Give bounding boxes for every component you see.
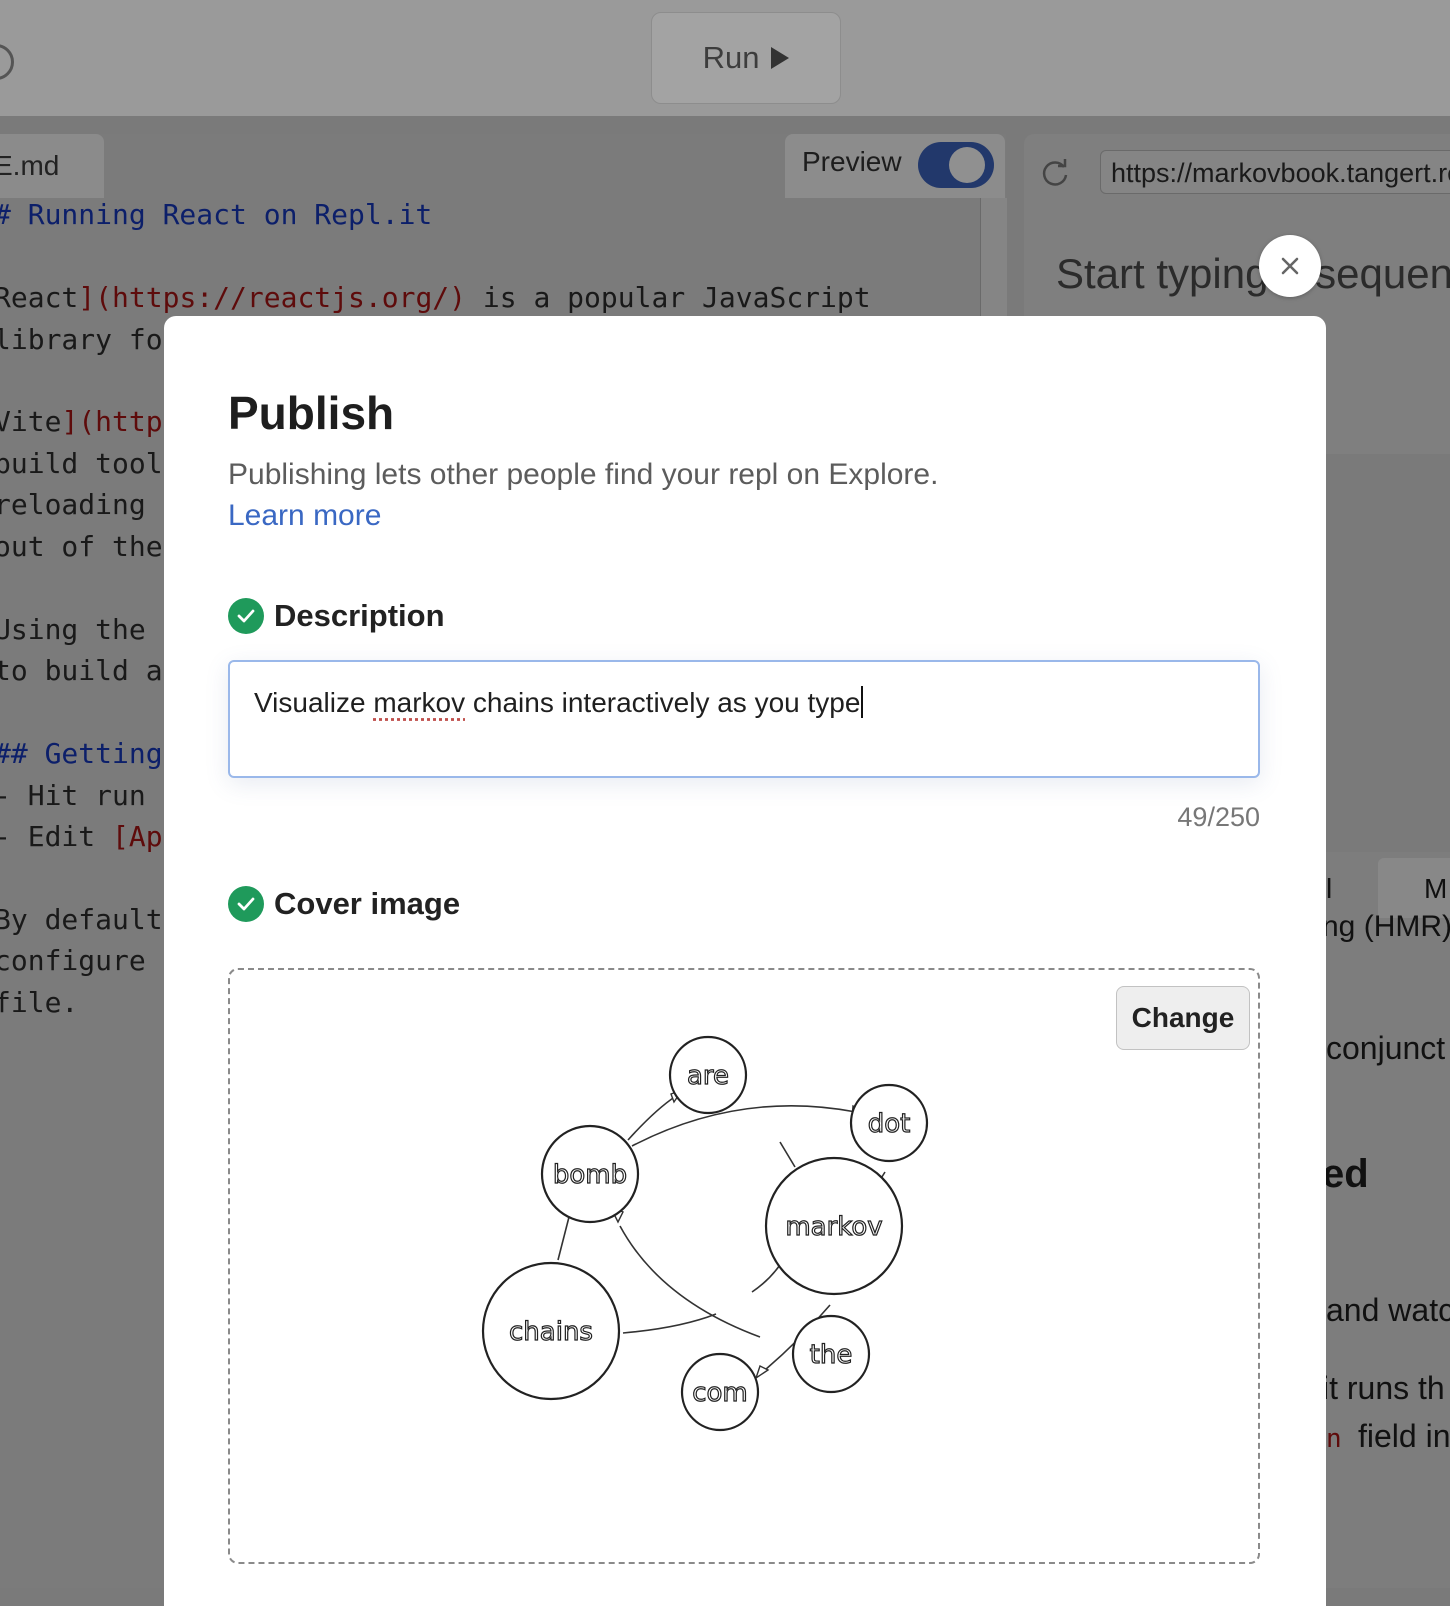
code-line: to build a <box>0 654 163 687</box>
file-tab[interactable]: E.md <box>0 134 104 198</box>
graph-node-label: bomb <box>553 1160 627 1190</box>
graph-node-label: com <box>692 1378 748 1408</box>
code-line: By default, <box>0 903 180 936</box>
code-line: - Hit run <box>0 779 146 812</box>
close-icon <box>1281 257 1299 275</box>
close-button[interactable] <box>1259 235 1321 297</box>
cover-image-graph: are dot bomb markov chains the com <box>481 1035 929 1432</box>
docs-text: field in <box>1358 1418 1450 1454</box>
code-line: Using the t <box>0 613 180 646</box>
code-line: # Running React on Repl.it <box>0 198 433 231</box>
cover-section-title: Cover image <box>274 886 461 921</box>
code-line: build tool <box>0 447 163 480</box>
docs-text: it runs th <box>1322 1370 1445 1406</box>
description-section-title: Description <box>274 598 445 633</box>
modal-title: Publish <box>228 387 395 439</box>
run-button[interactable]: Run <box>651 12 841 104</box>
preview-label: Preview <box>802 146 902 177</box>
reload-icon[interactable] <box>1040 158 1070 188</box>
docs-text: conjunct <box>1326 1030 1446 1066</box>
code-line: Vite](http <box>0 405 163 438</box>
check-circle-icon <box>228 886 264 922</box>
docs-heading: ed <box>1322 1152 1369 1196</box>
docs-panel <box>1322 852 1450 1588</box>
learn-more-link[interactable]: Learn more <box>228 499 381 533</box>
docs-text: ng (HMR) <box>1322 910 1450 943</box>
code-line: file. <box>0 986 79 1019</box>
code-line: ## Getting <box>0 737 163 770</box>
code-line: - Edit [App <box>0 820 180 853</box>
change-cover-button[interactable]: Change <box>1116 986 1250 1050</box>
graph-node-label: markov <box>785 1212 882 1242</box>
text-caret <box>861 686 864 718</box>
graph-node-label: the <box>810 1340 853 1370</box>
modal-description: Publishing lets other people find your r… <box>228 458 939 491</box>
graph-node-label: dot <box>868 1109 911 1139</box>
code-line: library fo <box>0 323 163 356</box>
webview-text-input[interactable]: Start typing a sequence <box>1056 250 1450 298</box>
docs-text: and watc <box>1326 1292 1450 1328</box>
description-textarea[interactable]: Visualize markov chains interactively as… <box>228 660 1260 778</box>
description-section-header: Description <box>228 598 445 634</box>
docs-tab-label: M <box>1424 873 1448 904</box>
code-line: React](https://reactjs.org/) is a popula… <box>0 281 871 314</box>
check-circle-icon <box>228 598 264 634</box>
graph-node-label: chains <box>509 1317 593 1347</box>
preview-toggle-knob <box>949 147 985 183</box>
character-counter: 49/250 <box>1177 802 1260 832</box>
cover-section-header: Cover image <box>228 886 460 922</box>
code-line: configure i <box>0 944 180 977</box>
url-bar[interactable]: https://markovbook.tangert.repl.co <box>1100 150 1450 194</box>
code-line: reloading ( <box>0 488 180 521</box>
graph-node-label: are <box>687 1061 729 1091</box>
docs-code: n <box>1326 1424 1342 1454</box>
docs-tab-label: l <box>1326 873 1333 904</box>
play-icon <box>771 47 790 69</box>
run-button-label: Run <box>702 40 760 75</box>
code-line: out of the <box>0 530 163 563</box>
